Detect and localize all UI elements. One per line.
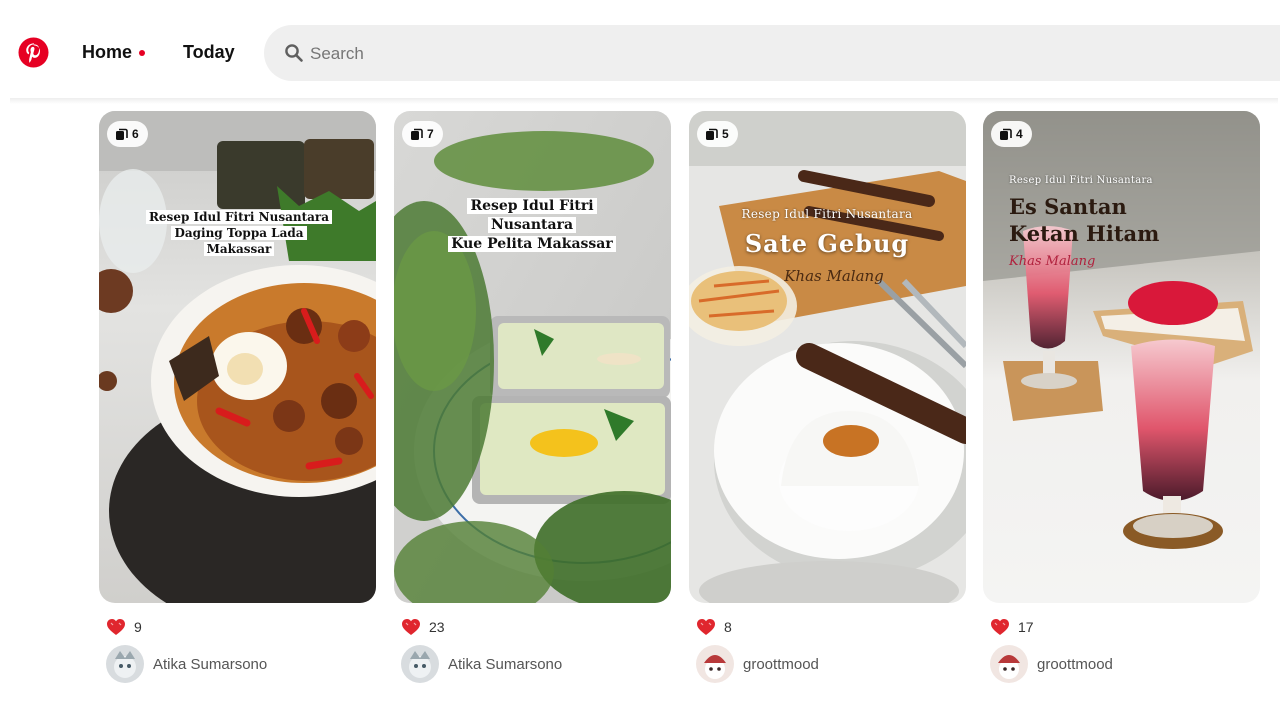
avatar[interactable] <box>696 645 734 683</box>
pin-overlay-title-line: Ketan Hitam <box>1009 221 1160 246</box>
pin-overlay-title: Resep Idul Fitri Nusantara Kue Pelita Maka… <box>432 197 632 254</box>
heart-reaction-icon <box>402 619 420 635</box>
pin-likes[interactable]: 8 <box>696 617 732 637</box>
avatar[interactable] <box>990 645 1028 683</box>
pinterest-logo-icon[interactable] <box>18 37 49 68</box>
pin-overlay-subtitle: Resep Idul Fitri Nusantara <box>1009 175 1153 186</box>
author-name[interactable]: groottmood <box>1037 656 1113 673</box>
nav-home-link[interactable]: Home <box>82 42 132 63</box>
slide-count-badge: 7 <box>402 121 443 147</box>
author-name[interactable]: groottmood <box>743 656 819 673</box>
like-count: 8 <box>724 619 732 635</box>
pin-image[interactable]: Resep Idul Fitri Nusantara Kue Pelita Maka… <box>394 111 671 603</box>
stack-icon <box>116 128 128 140</box>
slide-count-badge: 4 <box>991 121 1032 147</box>
pin-likes[interactable]: 17 <box>990 617 1034 637</box>
pin-image[interactable]: Resep Idul Fitri Nusantara Sate Gebug Kh… <box>689 111 966 603</box>
unread-dot-indicator <box>139 50 145 56</box>
heart-reaction-icon <box>991 619 1009 635</box>
pin-image[interactable]: Resep Idul Fitri Nusantara Es Santan Ket… <box>983 111 1260 603</box>
slide-count: 4 <box>1016 127 1023 141</box>
pin-overlay-title: Resep Idul Fitri Nusantara Daging Toppa L… <box>141 209 337 257</box>
heart-reaction-icon <box>697 619 715 635</box>
pin-overlay-title-line: Es Santan <box>1009 194 1127 219</box>
top-header: Home Today <box>0 0 1280 104</box>
stack-icon <box>1000 128 1012 140</box>
author-name[interactable]: Atika Sumarsono <box>448 656 562 673</box>
slide-count: 5 <box>722 127 729 141</box>
pin-author[interactable]: Atika Sumarsono <box>401 645 562 683</box>
stack-icon <box>706 128 718 140</box>
search-bar[interactable] <box>264 25 1280 81</box>
pin-overlay-title: Es Santan Ketan Hitam <box>1009 193 1229 247</box>
pin-likes[interactable]: 9 <box>106 617 142 637</box>
slide-count-badge: 6 <box>107 121 148 147</box>
pin-overlay-subtitle: Resep Idul Fitri Nusantara <box>741 207 913 221</box>
pin-author[interactable]: groottmood <box>990 645 1113 683</box>
slide-count-badge: 5 <box>697 121 738 147</box>
pin-likes[interactable]: 23 <box>401 617 445 637</box>
author-name[interactable]: Atika Sumarsono <box>153 656 267 673</box>
pin-author[interactable]: groottmood <box>696 645 819 683</box>
header-divider <box>10 98 1278 104</box>
pin-overlay-title: Sate Gebug <box>744 229 910 258</box>
pin-overlay-script: Khas Malang <box>1009 254 1096 269</box>
pin-overlay-script: Khas Malang <box>784 267 884 285</box>
avatar[interactable] <box>106 645 144 683</box>
like-count: 9 <box>134 619 142 635</box>
avatar[interactable] <box>401 645 439 683</box>
stack-icon <box>411 128 423 140</box>
like-count: 23 <box>429 619 445 635</box>
like-count: 17 <box>1018 619 1034 635</box>
search-input[interactable] <box>310 43 1210 65</box>
heart-reaction-icon <box>107 619 125 635</box>
pin-image[interactable]: Resep Idul Fitri Nusantara Daging Toppa L… <box>99 111 376 603</box>
slide-count: 6 <box>132 127 139 141</box>
search-icon <box>285 44 303 62</box>
slide-count: 7 <box>427 127 434 141</box>
pin-author[interactable]: Atika Sumarsono <box>106 645 267 683</box>
nav-today-link[interactable]: Today <box>183 42 235 63</box>
